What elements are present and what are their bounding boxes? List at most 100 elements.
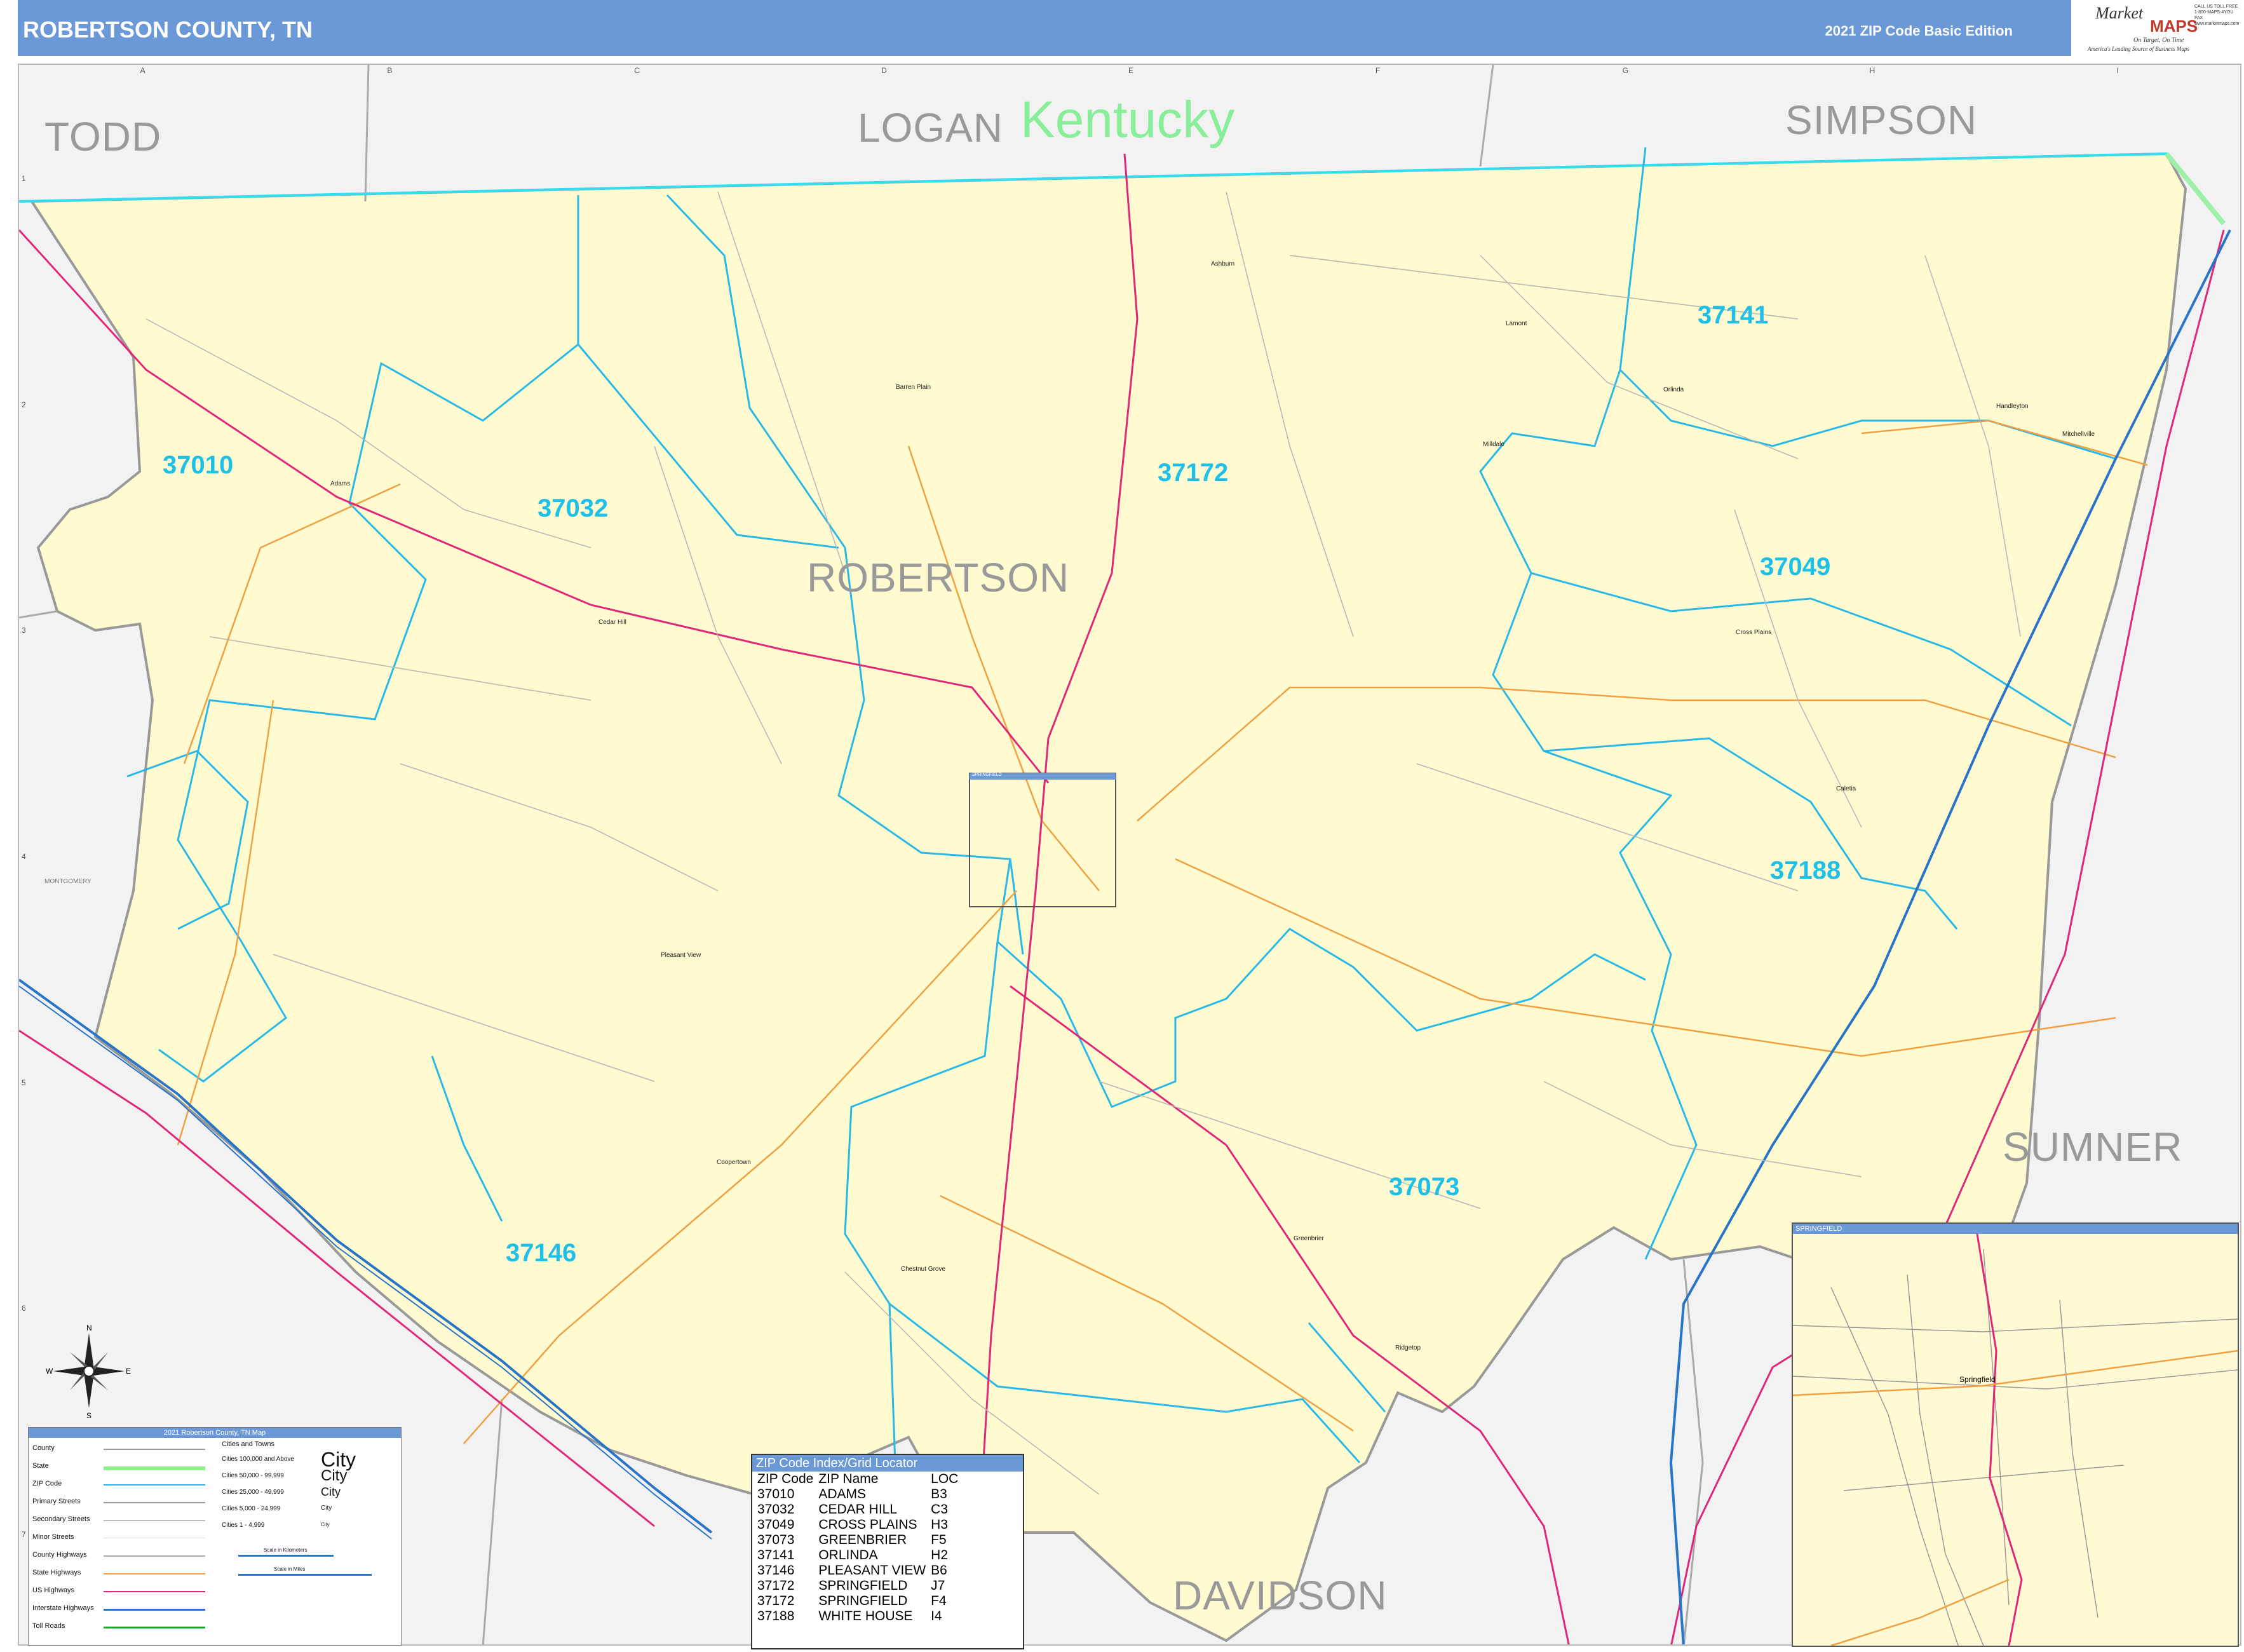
zip-index-cell-name: ORLINDA [818, 1548, 878, 1562]
zip-label-37188: 37188 [1770, 856, 1841, 884]
town-label-ashburn: Ashburn [1211, 261, 1235, 267]
zip-label-37146: 37146 [506, 1239, 577, 1267]
grid-column-label: F [1375, 66, 1381, 75]
compass-rose: N S W E [46, 1324, 131, 1420]
zip-index-body: 37010 ADAMS B3 37032 CEDAR HILL C3 37049 CROSS … [755, 1487, 961, 1624]
town-label-caletia: Caletia [1836, 785, 1856, 792]
edition-label: 2021 ZIP Code Basic Edition [1825, 23, 2013, 39]
zip-index-row: 37188 WHITE HOUSE I4 [755, 1609, 961, 1624]
inset-state-highway-2 [1830, 1578, 2010, 1646]
grid-column-label: G [1622, 66, 1629, 75]
zip-index-cell-name: ADAMS [818, 1487, 867, 1501]
legend-city-sample: City [321, 1467, 348, 1484]
town-label-handleyton: Handleyton [1996, 403, 2029, 410]
legend-item-label: Secondary Streets [32, 1515, 90, 1523]
grid-row-label: 4 [22, 852, 26, 861]
zip-index-cell-name: SPRINGFIELD [818, 1578, 908, 1593]
legend-item-label: County Highways [32, 1551, 87, 1559]
town-label-greenbrier: Greenbrier [1294, 1235, 1324, 1242]
zip-code-index: ZIP Code Index/Grid Locator ZIP Code ZIP… [751, 1454, 1024, 1649]
zip-label-37032: 37032 [537, 494, 609, 522]
zip-index-row: 37032 CEDAR HILL C3 [755, 1502, 961, 1517]
legend-cities-header: Cities and Towns [222, 1440, 274, 1448]
zip-index-row: 37073 GREENBRIER F5 [755, 1533, 961, 1548]
map-legend: 2021 Robertson County, TN Map County Stat… [28, 1427, 402, 1646]
map-title: ROBERTSON COUNTY, TN [23, 17, 313, 43]
zip-index-row: 37146 PLEASANT VIEW B6 [755, 1563, 961, 1578]
grid-column-label: I [2116, 66, 2119, 75]
zip-index-cell-zip: 37049 [757, 1517, 795, 1532]
zip-index-col-zip: ZIP Code [757, 1472, 814, 1486]
zip-index-cell-loc: B3 [931, 1487, 947, 1501]
zip-index-cell-loc: H2 [931, 1548, 949, 1562]
legend-item-label: Primary Streets [32, 1498, 81, 1505]
grid-row-label: 3 [22, 626, 26, 635]
springfield-locator-label: SPRINGFIELD [972, 773, 1002, 777]
legend-scale-km-bar [238, 1555, 334, 1557]
zip-index-cell-name: CEDAR HILL [818, 1502, 898, 1517]
inset-title: SPRINGFIELD [1793, 1224, 2238, 1234]
zip-index-cell-loc: H3 [931, 1517, 949, 1532]
state-label-kentucky: Kentucky [1020, 91, 1235, 149]
legend-title: 2021 Robertson County, TN Map [29, 1428, 401, 1438]
zip-index-cell-zip: 37073 [757, 1533, 795, 1547]
grid-row-label: 2 [22, 400, 26, 409]
legend-city-sample: City [321, 1486, 341, 1498]
town-label-orlinda: Orlinda [1663, 386, 1684, 393]
inset-street-4 [1983, 1249, 2010, 1606]
grid-column-label: C [634, 66, 640, 75]
legend-scale-mi: Scale in Miles [274, 1566, 306, 1572]
town-label-lamont: Lamont [1506, 320, 1527, 327]
grid-column-label: E [1128, 66, 1134, 75]
legend-item-swatch [104, 1609, 205, 1611]
legend-city-class: Cities 50,000 - 99,999 [222, 1472, 284, 1479]
legend-city-class: Cities 5,000 - 24,999 [222, 1505, 281, 1512]
legend-item-swatch [104, 1520, 205, 1521]
zip-index-cell-loc: J7 [931, 1578, 945, 1593]
legend-item-swatch [104, 1627, 205, 1628]
legend-city-class: Cities 1 - 4,999 [222, 1522, 265, 1529]
grid-row-label: 1 [22, 173, 26, 183]
legend-scale-km: Scale in Kilometers [264, 1547, 308, 1553]
legend-item-label: Interstate Highways [32, 1604, 94, 1612]
town-label-barren-plain: Barren Plain [896, 384, 931, 391]
zip-index-cell-zip: 37172 [757, 1578, 795, 1593]
grid-row-label: 6 [22, 1304, 26, 1313]
zip-index-cell-loc: F5 [931, 1533, 947, 1547]
zip-index-row: 37049 CROSS PLAINS H3 [755, 1517, 961, 1533]
legend-item-swatch [104, 1573, 205, 1574]
zip-index-cell-loc: B6 [931, 1563, 947, 1578]
legend-item-label: State [32, 1462, 49, 1470]
springfield-inset-map: SPRINGFIELD Springfield [1792, 1222, 2239, 1647]
legend-item-label: Minor Streets [32, 1533, 74, 1541]
zip-index-cell-zip: 37146 [757, 1563, 795, 1578]
town-label-mitchellville: Mitchellville [2062, 431, 2095, 438]
zip-index-cell-zip: 37032 [757, 1502, 795, 1517]
town-label-chestnut-grove: Chestnut Grove [901, 1266, 946, 1273]
inset-state-highway [1793, 1350, 2238, 1397]
zip-index-cell-name: PLEASANT VIEW [818, 1563, 926, 1578]
zip-label-37172: 37172 [1158, 459, 1229, 487]
zip-index-cell-zip: 37188 [757, 1609, 795, 1623]
legend-item-label: County [32, 1444, 55, 1452]
legend-item-swatch [104, 1449, 205, 1450]
inset-streets [1793, 1249, 2238, 1646]
zip-label-37010: 37010 [163, 451, 234, 479]
legend-item-label: State Highways [32, 1569, 81, 1576]
legend-item-swatch [104, 1591, 205, 1592]
compass-center [83, 1365, 95, 1377]
grid-row-label: 7 [22, 1530, 26, 1540]
zip-index-header-row: ZIP Code ZIP Name LOC [755, 1472, 961, 1487]
town-label-adams: Adams [330, 480, 351, 487]
county-label-davidson: DAVIDSON [1173, 1573, 1388, 1618]
zip-index-row: 37172 SPRINGFIELD J7 [755, 1578, 961, 1594]
legend-item-swatch [104, 1555, 205, 1557]
inset-street-5 [1843, 1465, 2124, 1491]
map-header: ROBERTSON COUNTY, TN 2021 ZIP Code Basic… [18, 0, 2071, 56]
legend-item-label: Toll Roads [32, 1622, 65, 1630]
zip-index-cell-loc: C3 [931, 1502, 949, 1517]
inset-street-7 [1793, 1318, 2238, 1332]
town-label-pleasant-view: Pleasant View [661, 952, 701, 959]
county-label-simpson: SIMPSON [1785, 97, 1978, 143]
zip-index-cell-name: SPRINGFIELD [818, 1594, 908, 1608]
